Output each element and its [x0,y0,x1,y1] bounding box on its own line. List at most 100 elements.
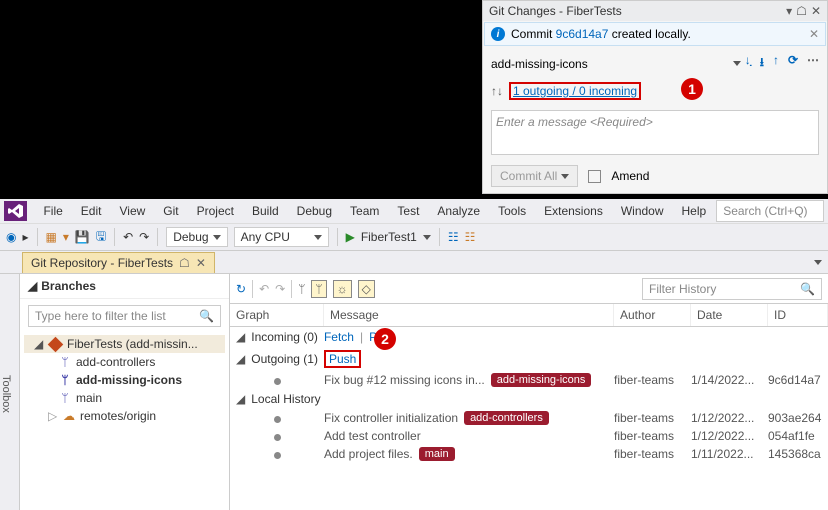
menu-window[interactable]: Window [613,202,672,220]
menu-bar: File Edit View Git Project Build Debug T… [0,199,828,223]
commit-row[interactable]: Fix bug #12 missing icons in...add-missi… [230,371,828,389]
branch-item[interactable]: ᛘ main [24,389,225,407]
push-icon[interactable]: ↑ [773,53,779,74]
branches-header[interactable]: ◢ Branches [20,274,229,299]
menu-tools[interactable]: Tools [490,202,534,220]
amend-checkbox[interactable] [588,170,601,183]
branch-row: add-missing-icons ↓̣ ⭳ ↑ ⟳ ⋯ [483,47,827,80]
outgoing-row: ↑↓ 1 outgoing / 0 incoming 1 [483,80,827,106]
new-icon[interactable]: ▦ [46,230,57,244]
nav-fwd-icon[interactable]: ▸ [22,230,28,244]
play-icon[interactable]: ▶ [346,230,355,244]
branch-icon[interactable]: ᛘ [298,282,305,296]
fetch-icon[interactable]: ↓̣ [745,53,751,74]
repo-node[interactable]: ◢ FiberTests (add-missin... [24,335,225,353]
menu-extensions[interactable]: Extensions [536,202,611,220]
dismiss-icon[interactable]: ✕ [809,27,819,41]
menu-team[interactable]: Team [342,202,387,220]
save-all-icon[interactable]: 🖫 [96,227,106,248]
menu-edit[interactable]: Edit [73,202,110,220]
branch-filter-input[interactable]: Type here to filter the list 🔍 [28,305,221,327]
open-icon[interactable]: ▾ [63,230,69,244]
commit-row[interactable]: Fix controller initializationadd-control… [230,409,828,427]
filter-box-1[interactable]: ᛘ [311,280,326,298]
run-dropdown-icon[interactable] [423,235,431,240]
menu-git[interactable]: Git [155,202,186,220]
save-icon[interactable]: 💾 [75,230,90,244]
tab-overflow-icon[interactable] [814,260,822,265]
run-target[interactable]: FiberTest1 [361,230,417,244]
commit-hash-link[interactable]: 9c6d14a7 [556,27,609,41]
outgoing-section[interactable]: ◢Outgoing (1) Push [230,347,828,371]
tool-icon-2[interactable]: ☷ [465,230,476,244]
outgoing-link[interactable]: 1 outgoing / 0 incoming [509,82,641,100]
platform-dropdown[interactable]: Any CPU [234,227,329,247]
dropdown-icon[interactable]: ▾ [786,4,792,18]
menu-project[interactable]: Project [189,202,242,220]
menu-view[interactable]: View [111,202,153,220]
chevron-down-icon [561,174,569,179]
remotes-node[interactable]: ▷ ☁ remotes/origin [24,407,225,425]
pin-icon[interactable]: ☖ [179,256,190,270]
close-icon[interactable]: ✕ [811,4,821,18]
sync-status-icon: ↑↓ [491,84,503,98]
tab-git-repository[interactable]: Git Repository - FiberTests ☖ ✕ [22,252,215,273]
local-history-section[interactable]: ◢Local History [230,389,828,409]
history-pane: ↻ ↶ ↷ ᛘ ᛘ ☼ ◇ Filter History 🔍 Graph Mes… [230,274,828,510]
graph-node-icon [274,452,281,459]
menu-help[interactable]: Help [674,202,715,220]
nav-back-icon[interactable]: ◉ [6,230,16,244]
search-box[interactable]: Search (Ctrl+Q) [716,200,824,222]
toolbox-sidebar[interactable]: Toolbox [0,274,20,510]
branch-tag: add-controllers [464,411,549,425]
branch-tag: add-missing-icons [491,373,592,387]
commit-all-button[interactable]: Commit All [491,165,578,187]
tool-icon-1[interactable]: ☷ [448,230,459,244]
branch-item[interactable]: ᛘ add-controllers [24,353,225,371]
commit-row[interactable]: Add test controller fiber-teams 1/12/202… [230,427,828,445]
menu-file[interactable]: File [35,202,70,220]
col-message[interactable]: Message [324,304,614,326]
col-author[interactable]: Author [614,304,691,326]
pin-icon[interactable]: ☖ [796,4,807,18]
refresh-icon[interactable]: ↻ [236,282,246,296]
fetch-link[interactable]: Fetch [324,330,354,344]
callout-badge-1: 1 [681,78,703,100]
menu-test[interactable]: Test [389,202,427,220]
menu-build[interactable]: Build [244,202,287,220]
graph-node-icon [274,416,281,423]
col-date[interactable]: Date [691,304,768,326]
amend-label: Amend [611,169,649,183]
pull-icon[interactable]: ⭳ [760,53,764,74]
menu-analyze[interactable]: Analyze [429,202,488,220]
commit-message-box[interactable]: Enter a message <Required> [491,110,819,155]
push-link[interactable]: Push [324,350,361,368]
more-icon[interactable]: ⋯ [807,53,819,74]
vs-logo-icon[interactable] [4,201,27,221]
menu-debug[interactable]: Debug [289,202,340,220]
filter-box-2[interactable]: ☼ [333,280,352,298]
repo-icon [48,336,64,352]
config-dropdown[interactable]: Debug [166,227,227,247]
git-changes-panel: Git Changes - FiberTests ▾ ☖ ✕ i Commit … [482,0,828,194]
sync-icon[interactable]: ⟳ [788,53,798,74]
branch-icon: ᛘ [58,373,72,387]
undo-icon[interactable]: ↶ [123,230,133,244]
tab-close-icon[interactable]: ✕ [196,256,206,270]
col-graph[interactable]: Graph [230,304,324,326]
panel-title-bar: Git Changes - FiberTests ▾ ☖ ✕ [483,1,827,21]
filter-box-3[interactable]: ◇ [358,280,375,298]
tab-bar: Git Repository - FiberTests ☖ ✕ [0,251,828,274]
redo-icon[interactable]: ↷ [139,230,149,244]
history-filter-input[interactable]: Filter History 🔍 [642,278,822,300]
tool-icon[interactable]: ↷ [275,282,285,296]
branch-name[interactable]: add-missing-icons [491,57,729,71]
commit-row[interactable]: Add project files.main fiber-teams 1/11/… [230,445,828,463]
history-toolbar: ↻ ↶ ↷ ᛘ ᛘ ☼ ◇ Filter History 🔍 [230,274,828,304]
branch-icon: ᛘ [58,391,72,405]
branch-dropdown-icon[interactable] [733,61,741,66]
branch-item-current[interactable]: ᛘ add-missing-icons [24,371,225,389]
col-id[interactable]: ID [768,304,828,326]
tool-icon[interactable]: ↶ [259,282,269,296]
incoming-section[interactable]: ◢Incoming (0) Fetch | Pull [230,327,828,347]
